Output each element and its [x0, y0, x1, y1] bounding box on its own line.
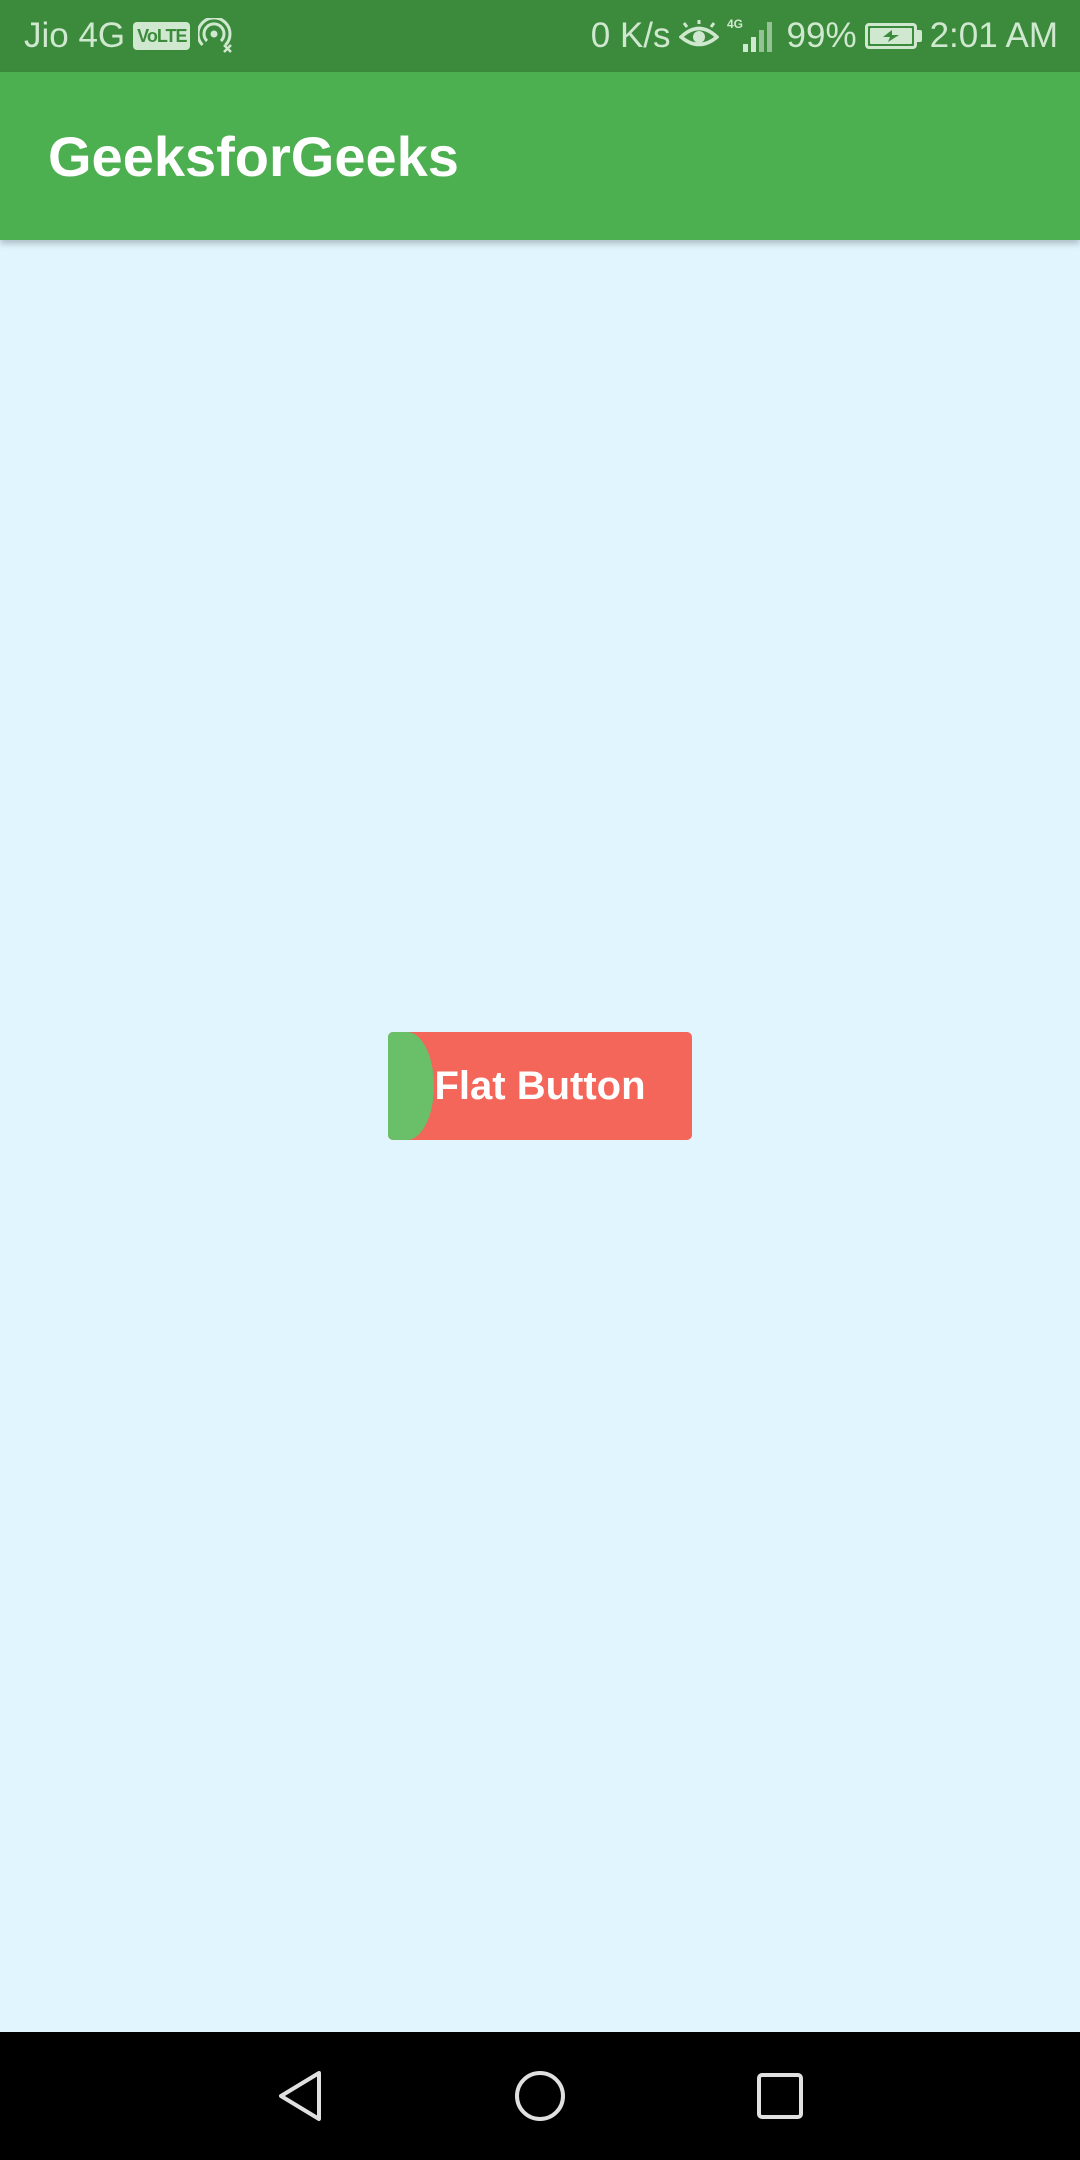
net-speed-label: 0 K/s [590, 16, 671, 55]
battery-percent: 99% [786, 16, 857, 55]
back-icon [279, 2071, 321, 2121]
volte-icon: VoLTE [133, 22, 191, 50]
carrier-label: Jio 4G [24, 16, 126, 55]
recents-icon [757, 2073, 803, 2119]
status-bar-left: Jio 4G VoLTE [24, 16, 234, 56]
ripple-splash [388, 1032, 434, 1140]
flat-button-label: Flat Button [434, 1063, 646, 1108]
home-button[interactable] [420, 2032, 660, 2160]
status-bar-right: 0 K/s 4G 99% 2:01 AM [591, 16, 1058, 56]
recents-button[interactable] [660, 2032, 900, 2160]
app-title: GeeksforGeeks [48, 124, 459, 188]
eye-icon [678, 20, 719, 52]
hotspot-icon [198, 18, 234, 54]
back-button[interactable] [180, 2032, 420, 2160]
clock: 2:01 AM [929, 16, 1058, 55]
signal-icon: 4G [727, 16, 779, 56]
battery-charging-icon [864, 23, 922, 49]
main-content: Flat Button [0, 240, 1080, 2032]
flat-button[interactable]: Flat Button [388, 1032, 692, 1140]
app-bar: GeeksforGeeks [0, 72, 1080, 240]
network-type-label: 4G [727, 17, 743, 31]
home-icon [515, 2071, 565, 2121]
navigation-bar [0, 2032, 1080, 2160]
status-bar: Jio 4G VoLTE 0 K/s 4G 99% 2:01 AM [0, 0, 1080, 72]
